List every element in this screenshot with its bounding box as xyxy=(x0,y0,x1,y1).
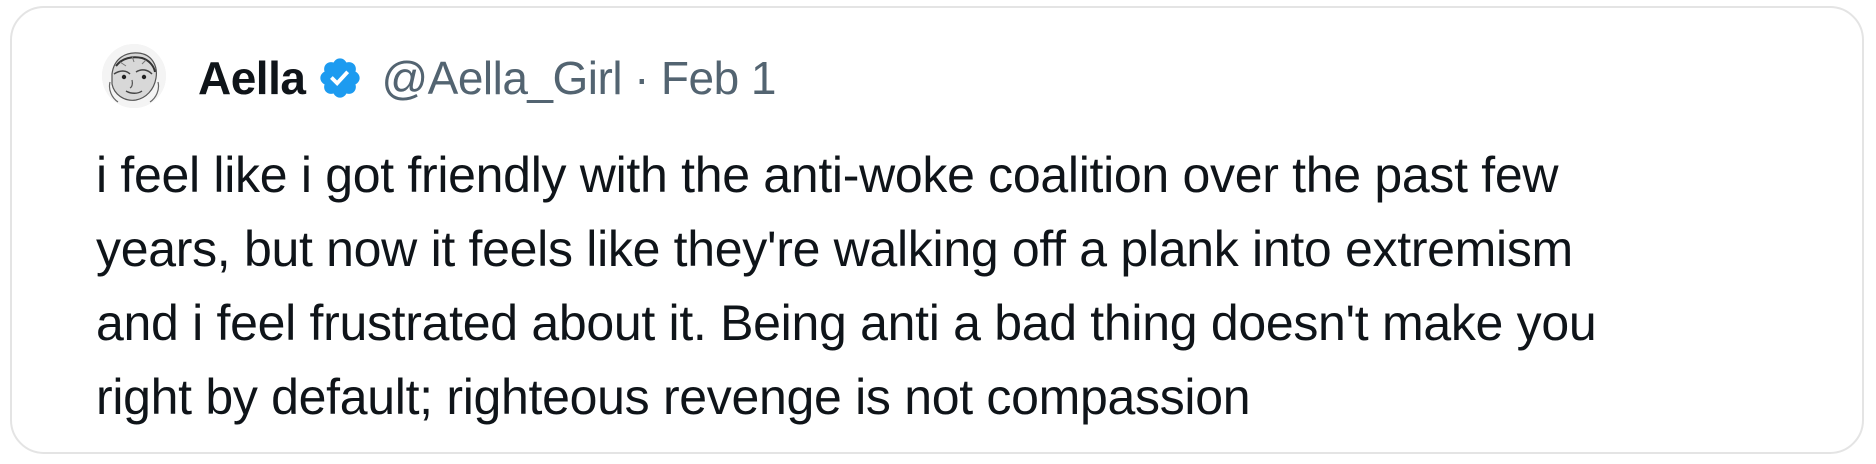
tweet-text-line: right by default; righteous revenge is n… xyxy=(96,369,1251,425)
quoted-tweet-card[interactable]: Aella @Aella_Girl · Feb 1 i feel like i … xyxy=(10,6,1864,454)
verified-badge-icon xyxy=(320,58,361,98)
tweet-text-line: i feel like i got friendly with the anti… xyxy=(96,147,1559,203)
header-separator: · xyxy=(634,52,649,104)
author-handle[interactable]: @Aella_Girl xyxy=(381,51,622,105)
avatar[interactable] xyxy=(102,44,166,108)
tweet-text: i feel like i got friendly with the anti… xyxy=(96,138,1856,434)
tweet-text-line: years, but now it feels like they're wal… xyxy=(96,221,1573,277)
tweet-text-line: and i feel frustrated about it. Being an… xyxy=(96,295,1597,351)
tweet-date[interactable]: Feb 1 xyxy=(661,51,777,105)
tweet-header: Aella @Aella_Girl · Feb 1 xyxy=(198,48,777,108)
author-name[interactable]: Aella xyxy=(198,51,306,105)
sketch-portrait-icon xyxy=(102,44,166,108)
